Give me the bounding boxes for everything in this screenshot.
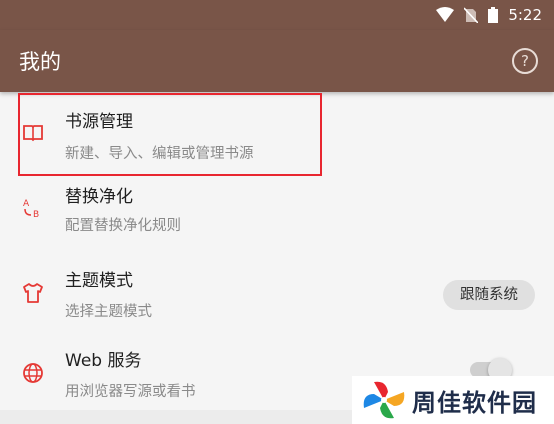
book-open-icon [23, 125, 43, 142]
status-icons [436, 7, 499, 23]
menu-item-subtitle: 配置替换净化规则 [65, 218, 181, 234]
menu-item-title: 主题模式 [65, 271, 133, 291]
shirt-icon [23, 283, 43, 303]
menu-item-subtitle: 用浏览器写源或看书 [65, 384, 196, 400]
status-time: 5:22 [508, 6, 542, 24]
menu-item-title: 书源管理 [65, 112, 133, 132]
menu-item-subtitle: 新建、导入、编辑或管理书源 [65, 146, 254, 162]
replace-ab-icon: A B [23, 199, 39, 219]
status-bar: 5:22 [0, 0, 554, 30]
battery-icon [488, 7, 499, 23]
app-bar: 我的 ? [0, 30, 554, 92]
watermark-text: 周佳软件园 [412, 388, 537, 417]
list-bottom-divider [0, 410, 360, 424]
pinwheel-logo-icon [363, 381, 405, 419]
menu-item-title: Web 服务 [65, 351, 142, 371]
no-sim-icon [464, 7, 479, 23]
wifi-icon [436, 7, 455, 22]
page-title: 我的 [19, 50, 61, 74]
svg-text:B: B [33, 210, 39, 219]
menu-item-subtitle: 选择主题模式 [65, 304, 152, 320]
help-icon[interactable]: ? [512, 48, 538, 74]
menu-item-book-source[interactable]: 书源管理 新建、导入、编辑或管理书源 [0, 104, 554, 184]
theme-mode-chip[interactable]: 跟随系统 [443, 280, 535, 310]
globe-icon [23, 363, 43, 383]
menu-item-title: 替换净化 [65, 187, 133, 207]
watermark: 周佳软件园 [352, 376, 554, 424]
menu-item-replace-rule[interactable]: A B 替换净化 配置替换净化规则 [0, 184, 554, 264]
svg-text:A: A [23, 199, 30, 209]
